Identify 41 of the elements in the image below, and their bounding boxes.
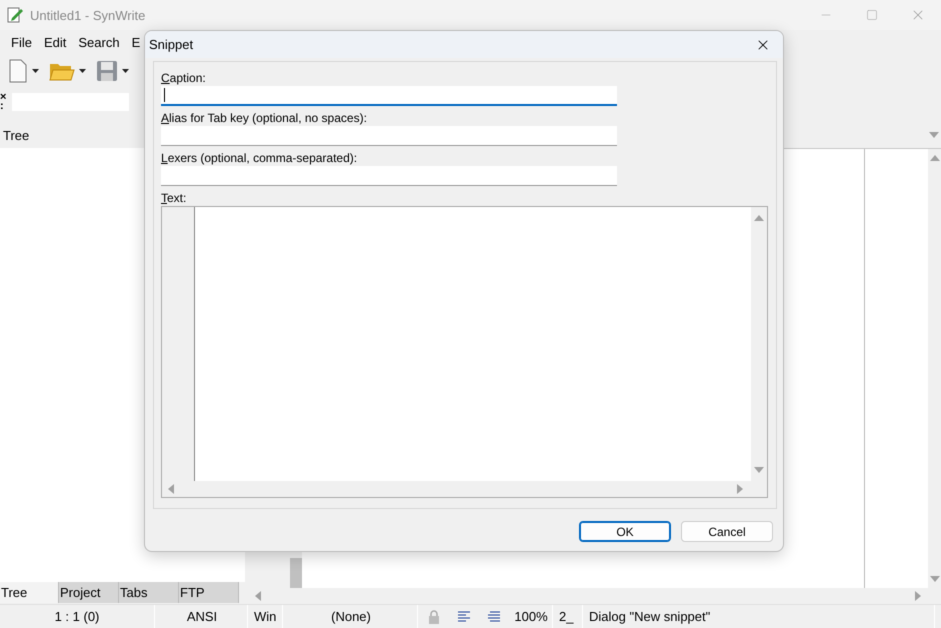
panel-tab[interactable]: FTP [179, 582, 239, 603]
panel-tab[interactable]: Tabs [119, 582, 179, 603]
scroll-left-icon[interactable] [166, 484, 176, 494]
dialog-button[interactable]: OK [579, 521, 671, 542]
new-file-icon[interactable] [8, 59, 28, 83]
text-editor-field[interactable] [161, 206, 768, 498]
menu-item[interactable]: Search [72, 34, 126, 50]
panel-tab[interactable]: Tree [0, 582, 59, 603]
scroll-up-icon[interactable] [754, 213, 764, 223]
input-field[interactable] [161, 86, 617, 106]
input-field[interactable] [161, 126, 617, 146]
menu-item[interactable]: Edit [38, 34, 72, 50]
field-label: Lexers (optional, comma-separated): [161, 150, 358, 166]
menu-item[interactable]: E [126, 34, 146, 50]
wrap-lines-icon[interactable] [488, 611, 500, 622]
field-label: Text: [161, 190, 188, 206]
scroll-down-icon[interactable] [930, 574, 940, 584]
panel-tab[interactable]: Project [59, 582, 119, 603]
lock-icon[interactable] [428, 610, 440, 624]
input-field[interactable] [161, 166, 617, 186]
scroll-thumb[interactable] [290, 558, 302, 588]
text-cursor [164, 88, 165, 102]
scroll-right-icon[interactable] [735, 484, 745, 494]
window-title: Untitled1 - SynWrite [30, 8, 146, 22]
filter-label: : [0, 102, 5, 111]
maximize-icon[interactable] [866, 9, 878, 21]
close-glyph[interactable]: × [0, 93, 8, 102]
caret-icon[interactable] [122, 69, 129, 73]
field-label: Caption: [161, 70, 207, 86]
scroll-up-icon[interactable] [930, 153, 940, 163]
scroll-left-icon[interactable] [253, 591, 263, 601]
dropdown-icon[interactable] [929, 130, 939, 140]
dialog-title: Snippet [149, 37, 194, 52]
align-left-icon[interactable] [458, 611, 470, 622]
caret-icon[interactable] [79, 69, 86, 73]
scroll-right-icon[interactable] [913, 591, 923, 601]
notepad-pencil-icon [6, 6, 24, 24]
dialog-button[interactable]: Cancel [681, 521, 773, 542]
menu-item[interactable]: File [5, 34, 38, 50]
scroll-down-icon[interactable] [754, 465, 764, 475]
caret-icon[interactable] [32, 69, 39, 73]
